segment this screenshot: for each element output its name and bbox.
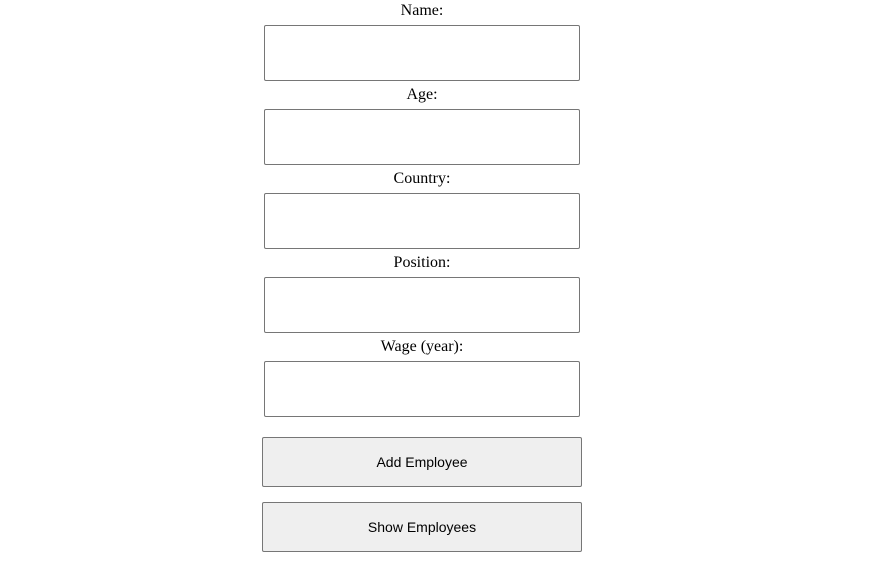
age-input[interactable]: [264, 109, 580, 165]
country-label: Country:: [393, 170, 451, 187]
name-input[interactable]: [264, 25, 580, 81]
show-employees-button[interactable]: Show Employees: [262, 502, 582, 552]
position-input[interactable]: [264, 277, 580, 333]
name-label: Name:: [400, 2, 444, 19]
add-employee-button[interactable]: Add Employee: [262, 437, 582, 487]
country-input[interactable]: [264, 193, 580, 249]
age-label: Age:: [406, 86, 438, 103]
wage-input[interactable]: [264, 361, 580, 417]
wage-label: Wage (year):: [380, 338, 464, 355]
position-label: Position:: [393, 254, 451, 271]
